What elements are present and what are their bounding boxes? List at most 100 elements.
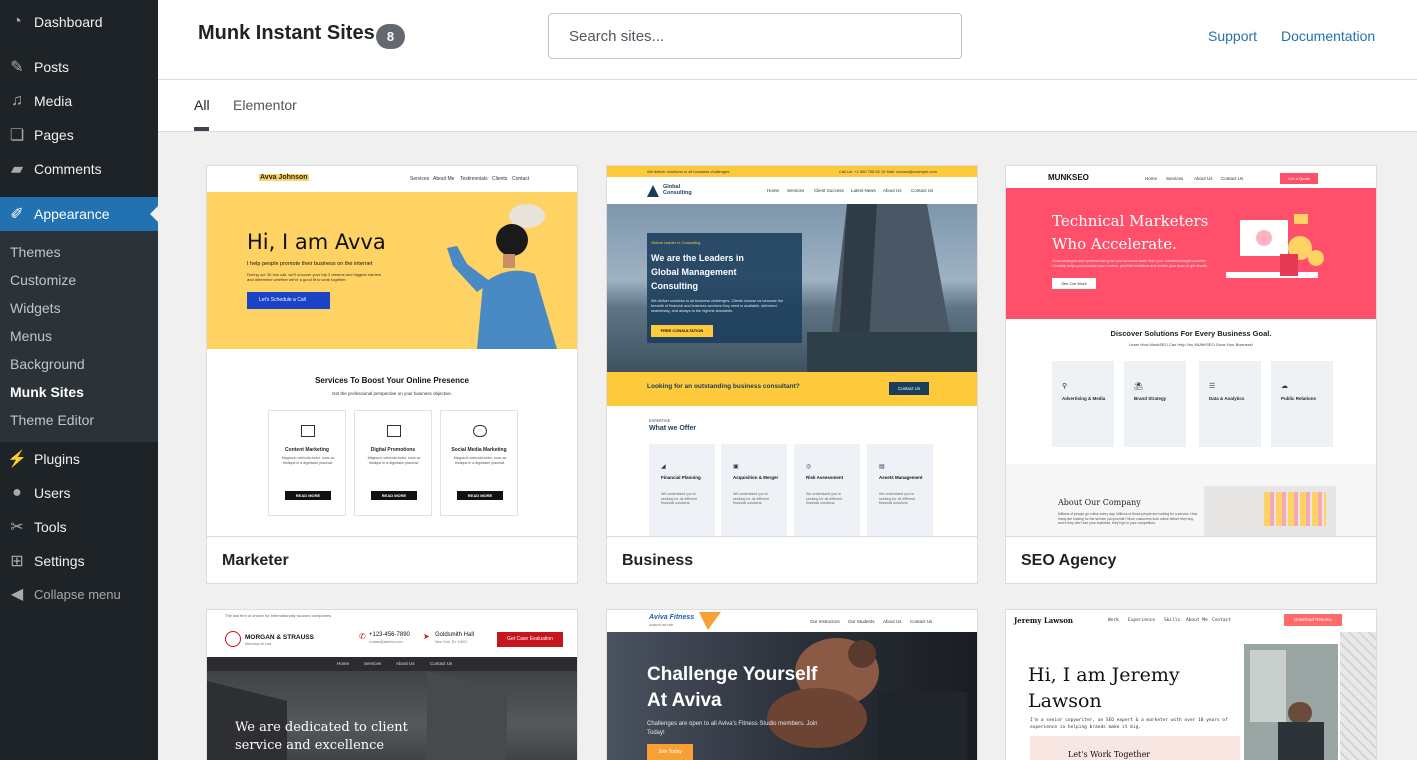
content-icon [301, 425, 315, 437]
preview-nav-button: Get a Quote [1280, 173, 1318, 184]
submenu-background[interactable]: Background [10, 356, 85, 372]
site-preview: Avva Johnson Services About Me Testimoni… [207, 166, 577, 536]
preview-logo: Aviva Fitness [649, 614, 695, 621]
site-card-business[interactable]: We deliver solutions to all business cha… [606, 165, 978, 584]
preview-hero-text: During our 30-min call, we'll uncover yo… [247, 272, 382, 282]
menu-tools[interactable]: ✂ Tools [0, 510, 158, 544]
tab-all[interactable]: All [194, 97, 210, 113]
site-card-marketer[interactable]: Avva Johnson Services About Me Testimoni… [206, 165, 578, 584]
preview-nav-link: Client Success [814, 188, 844, 193]
preview-hero-title: Hi, I am Avva [247, 230, 386, 254]
preview-offer-text: We understand you're seeking for all dif… [879, 492, 916, 506]
social-icon [473, 425, 487, 437]
preview-nav-link: About Us [883, 188, 902, 193]
preview-services-title: Services To Boost Your Online Presence [315, 376, 469, 385]
tab-elementor[interactable]: Elementor [233, 97, 297, 113]
menu-comments[interactable]: ▰ Comments [0, 152, 158, 186]
preview-hero: Home Services About Us Contact Us We are… [207, 657, 577, 760]
preview-nav-link: Latest News [851, 188, 876, 193]
preview-cta-text: Let's Work Together [1068, 750, 1151, 759]
preview-solution-box: ⚲ Advertising & Media [1052, 361, 1114, 447]
preview-offer-name: Risk Assessment [806, 475, 844, 480]
menu-posts[interactable]: ✎ Posts [0, 50, 158, 84]
preview-logo-sub: Attorneys At Law [245, 642, 272, 646]
preview-nav-link: About Me [433, 176, 455, 182]
collapse-menu-button[interactable]: ◀ Collapse menu [0, 577, 158, 611]
submenu-menus[interactable]: Menus [10, 328, 52, 344]
preview-nav-link: Work [1108, 618, 1119, 623]
preview-logo: Jeremy Lawson [1014, 616, 1074, 625]
site-card-copywriter[interactable]: Jeremy Lawson Work Experience Skills Abo… [1005, 609, 1377, 760]
preview-hero: Challenge Yourself At Aviva Challenges a… [607, 632, 977, 760]
preview-hero-sub: I help people promote their business on … [247, 261, 373, 267]
preview-solution-box: ☁ Public Relations [1271, 361, 1333, 447]
preview-nav-link: About Us [1194, 176, 1213, 181]
preview-topbar-left: We deliver solutions to all business cha… [647, 169, 731, 174]
preview-cta-box: Let's Work Together [1030, 736, 1240, 760]
preview-nav-link: Contact Us [911, 188, 934, 193]
preview-service-text: Magna in vehicula tortor, nunc ac tristi… [281, 456, 335, 465]
pages-icon: ❏ [9, 127, 25, 144]
preview-offer-text: We understand you're seeking for all dif… [806, 492, 843, 506]
preview-logo: Avva Johnson [259, 174, 309, 181]
office-photo [1204, 486, 1336, 536]
documentation-link[interactable]: Documentation [1281, 28, 1375, 44]
preview-read-more: READ MORE [371, 491, 417, 500]
brush-icon: ✐ [10, 206, 24, 223]
preview-nav-link: Services [410, 176, 430, 182]
offer-icon: ◎ [806, 464, 812, 470]
submenu-munk-sites[interactable]: Munk Sites [10, 384, 84, 400]
submenu-theme-editor[interactable]: Theme Editor [10, 412, 94, 428]
site-card-law-firm[interactable]: The law firm of choice for international… [206, 609, 578, 760]
preview-topline: The law firm of choice for international… [225, 613, 332, 618]
hero-team-illustration [1226, 214, 1324, 278]
preview-hero-title: Challenge Yourself At Aviva [647, 664, 818, 711]
preview-service-box: Content Marketing Magna in vehicula tort… [268, 410, 346, 516]
preview-nav-link: Contact Us [910, 619, 933, 624]
page-header: Munk Instant Sites 8 Support Documentati… [158, 0, 1417, 80]
menu-dashboard[interactable]: ◔ Dashboard [0, 5, 158, 39]
submenu-themes[interactable]: Themes [10, 244, 61, 260]
support-link[interactable]: Support [1208, 28, 1257, 44]
preview-hero-title: Technical Marketers Who Accelerate. [1052, 212, 1209, 253]
preview-nav-button: Get Case Evaluation [497, 632, 563, 647]
site-name: SEO Agency [1021, 552, 1117, 569]
menu-media[interactable]: ♫ Media [0, 84, 158, 118]
site-name: Marketer [222, 552, 289, 569]
submenu-customize[interactable]: Customize [10, 272, 76, 288]
submenu-widgets[interactable]: Widgets [10, 300, 61, 316]
site-name: Business [622, 552, 694, 569]
offer-icon: ◢ [661, 464, 666, 470]
users-icon: ● [12, 484, 22, 501]
preview-nav-link: About Us [883, 619, 902, 624]
menu-plugins[interactable]: ⚡ Plugins [0, 442, 158, 476]
preview-hero-kicker: Global Leader in Consulting [651, 240, 701, 245]
site-preview: MUNKSEO Home Services About Us Contact U… [1006, 166, 1376, 536]
preview-solution-name: Data & Analytics [1209, 396, 1245, 401]
site-preview: Aviva Fitness ALWAYS ON TOP Our Instruct… [607, 610, 977, 760]
menu-settings[interactable]: ⊞ Settings [0, 544, 158, 578]
filter-tabs: All Elementor [158, 80, 1417, 132]
preview-topbar-right: Call Us: +1 800 755 60 16 Mail: contact@… [839, 169, 937, 174]
location-icon: ➤ [423, 632, 430, 641]
preview-hero: Global Leader in Consulting We are the L… [607, 204, 977, 372]
preview-service-name: Social Media Marketing [451, 447, 507, 453]
preview-nav: Avva Johnson Services About Me Testimoni… [207, 166, 577, 192]
search-input[interactable] [548, 13, 962, 59]
menu-users[interactable]: ● Users [0, 476, 158, 510]
site-card-fitness[interactable]: Aviva Fitness ALWAYS ON TOP Our Instruct… [606, 609, 978, 760]
menu-pages[interactable]: ❏ Pages [0, 118, 158, 152]
preview-banner-text: Looking for an outstanding business cons… [647, 383, 800, 390]
preview-subnav: Home Services About Us Contact Us [207, 657, 577, 671]
site-card-seo-agency[interactable]: MUNKSEO Home Services About Us Contact U… [1005, 165, 1377, 584]
preview-logo: MORGAN & STRAUSS [245, 634, 314, 641]
preview-offer-text: We understand you're seeking for all dif… [661, 492, 698, 506]
portrait-photo [1244, 644, 1338, 760]
preview-hero-title: Hi, I am Jeremy Lawson [1028, 664, 1180, 712]
menu-appearance[interactable]: ✐ Appearance [0, 197, 158, 231]
preview-nav-link: Services [787, 188, 805, 193]
comments-icon: ▰ [10, 161, 24, 178]
preview-solutions-sub: Learn How MunkSEO Can Help You MUNKSEO G… [1129, 342, 1253, 347]
preview-hero: Technical Marketers Who Accelerate. Good… [1006, 188, 1376, 319]
preview-topbar: We deliver solutions to all business cha… [607, 166, 977, 177]
